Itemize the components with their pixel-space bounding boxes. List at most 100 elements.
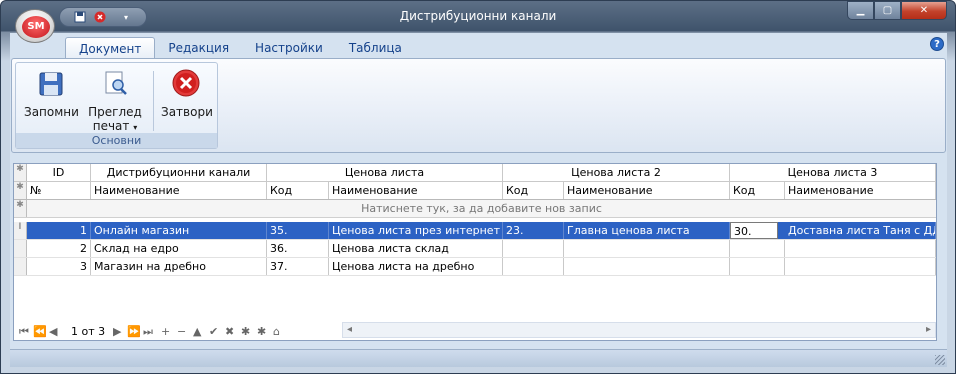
new-record-hint[interactable]: Натиснете тук, за да добавите нов запис [27, 200, 936, 217]
save-label: Запомни [24, 105, 79, 119]
cell-code[interactable]: 35. [267, 222, 329, 239]
row-indicator [14, 258, 27, 275]
append-icon[interactable]: + [161, 325, 170, 338]
new-row-indicator: ✱ [14, 200, 27, 217]
cell-code-3[interactable] [730, 240, 785, 257]
ribbon-separator [153, 71, 154, 131]
tab-table[interactable]: Таблица [336, 37, 415, 59]
post-icon[interactable]: ✔ [209, 325, 218, 338]
ribbon-tabs: Документ Редакция Настройки Таблица [65, 37, 415, 59]
cell-pricelist-2-name[interactable] [564, 258, 730, 275]
header-corner-2: ✱ [14, 182, 27, 199]
cell-number[interactable]: 2 [27, 240, 91, 257]
refresh-icon[interactable]: ✱ [241, 325, 250, 338]
cell-pricelist-3-name[interactable] [785, 258, 936, 275]
tab-edit[interactable]: Редакция [155, 37, 242, 59]
cell-name[interactable]: Магазин на дребно [91, 258, 267, 275]
header-corner: ✱ [14, 164, 27, 181]
column-code[interactable]: Код [267, 182, 329, 199]
scroll-right-icon[interactable]: ▸ [926, 324, 931, 335]
header-pricelist-3[interactable]: Ценова листа 3 [730, 164, 936, 181]
last-record-icon[interactable]: ⏭ [143, 325, 153, 339]
cell-code[interactable]: 37. [267, 258, 329, 275]
next-page-icon[interactable]: ⏩ [127, 325, 141, 338]
floppy-disk-icon [35, 68, 67, 100]
print-preview-icon [99, 68, 131, 100]
column-code-2[interactable]: Код [503, 182, 564, 199]
cell-pricelist-2-name[interactable] [564, 240, 730, 257]
page-indicator: 1 от 3 [71, 325, 106, 338]
help-icon[interactable]: ? [930, 37, 944, 51]
column-code-3[interactable]: Код [730, 182, 785, 199]
application-window: ▾ Дистрибуционни канали ▁ ▢ ✕ SM Докумен… [0, 0, 956, 374]
cell-code-2[interactable] [503, 240, 564, 257]
ribbon-group-label: Основни [16, 133, 217, 148]
column-name[interactable]: Наименование [91, 182, 267, 199]
scroll-left-icon[interactable]: ◂ [347, 324, 352, 335]
client-area: Документ Редакция Настройки Таблица ? За… [10, 33, 947, 367]
save-button[interactable]: Запомни [24, 66, 79, 119]
close-label: Затвори [161, 105, 213, 119]
first-record-icon[interactable]: ⏮ [19, 325, 29, 339]
column-number[interactable]: № [27, 182, 91, 199]
minimize-button[interactable]: ▁ [847, 1, 874, 20]
cell-name[interactable]: Склад на едро [91, 240, 267, 257]
previous-page-icon[interactable]: ⏪ [33, 325, 47, 338]
tab-settings[interactable]: Настройки [242, 37, 336, 59]
print-preview-label-line1: Преглед [88, 105, 142, 119]
next-record-icon[interactable]: ▶ [113, 325, 121, 338]
ribbon-group-main: Запомни Преглед печат ▾ Затвори Основни [15, 62, 218, 149]
column-pricelist-3-name[interactable]: Наименование [785, 182, 936, 199]
window-title: Дистрибуционни канали [399, 9, 557, 23]
cancel-icon[interactable]: ✖ [225, 325, 234, 338]
cell-code[interactable]: 36. [267, 240, 329, 257]
cell-code-2[interactable]: 23. [503, 222, 564, 239]
header-channels[interactable]: Дистрибуционни канали [91, 164, 267, 181]
header-pricelist[interactable]: Ценова листа [267, 164, 503, 181]
table-row[interactable]: I 1 Онлайн магазин 35. Ценова листа през… [14, 222, 936, 240]
header-pricelist-2[interactable]: Ценова листа 2 [503, 164, 730, 181]
row-indicator: I [14, 222, 27, 239]
data-grid: ✱ ID Дистрибуционни канали Ценова листа … [13, 163, 937, 341]
print-preview-label-line2: печат ▾ [92, 119, 138, 133]
cell-pricelist-3-name[interactable] [785, 240, 936, 257]
status-bar [10, 349, 947, 367]
cell-pricelist-name[interactable]: Ценова листа на дребно [329, 258, 503, 275]
close-window-button[interactable]: ✕ [901, 1, 947, 20]
cell-code-3-editor[interactable]: 30. [730, 222, 778, 239]
cell-pricelist-3-name[interactable]: Доставна листа Таня с ДДС [785, 222, 936, 239]
print-preview-button[interactable]: Преглед печат ▾ [86, 66, 144, 133]
table-row[interactable]: 3 Магазин на дребно 37. Ценова листа на … [14, 258, 936, 276]
delete-icon[interactable]: − [177, 325, 186, 338]
column-pricelist-2-name[interactable]: Наименование [564, 182, 730, 199]
cell-name[interactable]: Онлайн магазин [91, 222, 267, 239]
cell-pricelist-name[interactable]: Ценова листа склад [329, 240, 503, 257]
cell-pricelist-name[interactable]: Ценова листа през интернет [329, 222, 503, 239]
header-id[interactable]: ID [27, 164, 91, 181]
grid-header-bands: ✱ ID Дистрибуционни канали Ценова листа … [14, 164, 936, 182]
bookmark-icon[interactable]: ✱ [257, 325, 266, 338]
title-bar[interactable]: ▾ Дистрибуционни канали ▁ ▢ ✕ [1, 1, 955, 33]
cell-code-3[interactable] [730, 258, 785, 275]
column-pricelist-name[interactable]: Наименование [329, 182, 503, 199]
app-badge: SM [22, 16, 50, 38]
maximize-button[interactable]: ▢ [874, 1, 901, 20]
tab-document[interactable]: Документ [65, 37, 156, 59]
cell-code-2[interactable] [503, 258, 564, 275]
edit-icon[interactable]: ▲ [193, 325, 201, 338]
cell-number[interactable]: 1 [27, 222, 91, 239]
resize-grip-icon[interactable] [935, 355, 945, 365]
cell-number[interactable]: 3 [27, 258, 91, 275]
close-circle-icon [170, 68, 202, 100]
cell-pricelist-2-name[interactable]: Главна ценова листа [564, 222, 730, 239]
window-controls: ▁ ▢ ✕ [847, 1, 947, 20]
close-button[interactable]: Затвори [161, 66, 213, 119]
filter-icon[interactable]: ⌂ [273, 325, 280, 338]
new-record-row[interactable]: ✱ Натиснете тук, за да добавите нов запи… [14, 200, 936, 218]
grid-header-columns: ✱ № Наименование Код Наименование Код На… [14, 182, 936, 200]
table-row[interactable]: 2 Склад на едро 36. Ценова листа склад [14, 240, 936, 258]
row-indicator [14, 240, 27, 257]
previous-record-icon[interactable]: ◀ [49, 325, 57, 338]
horizontal-scrollbar[interactable]: ◂ ▸ [342, 322, 936, 338]
application-menu-button[interactable]: SM [15, 9, 55, 43]
